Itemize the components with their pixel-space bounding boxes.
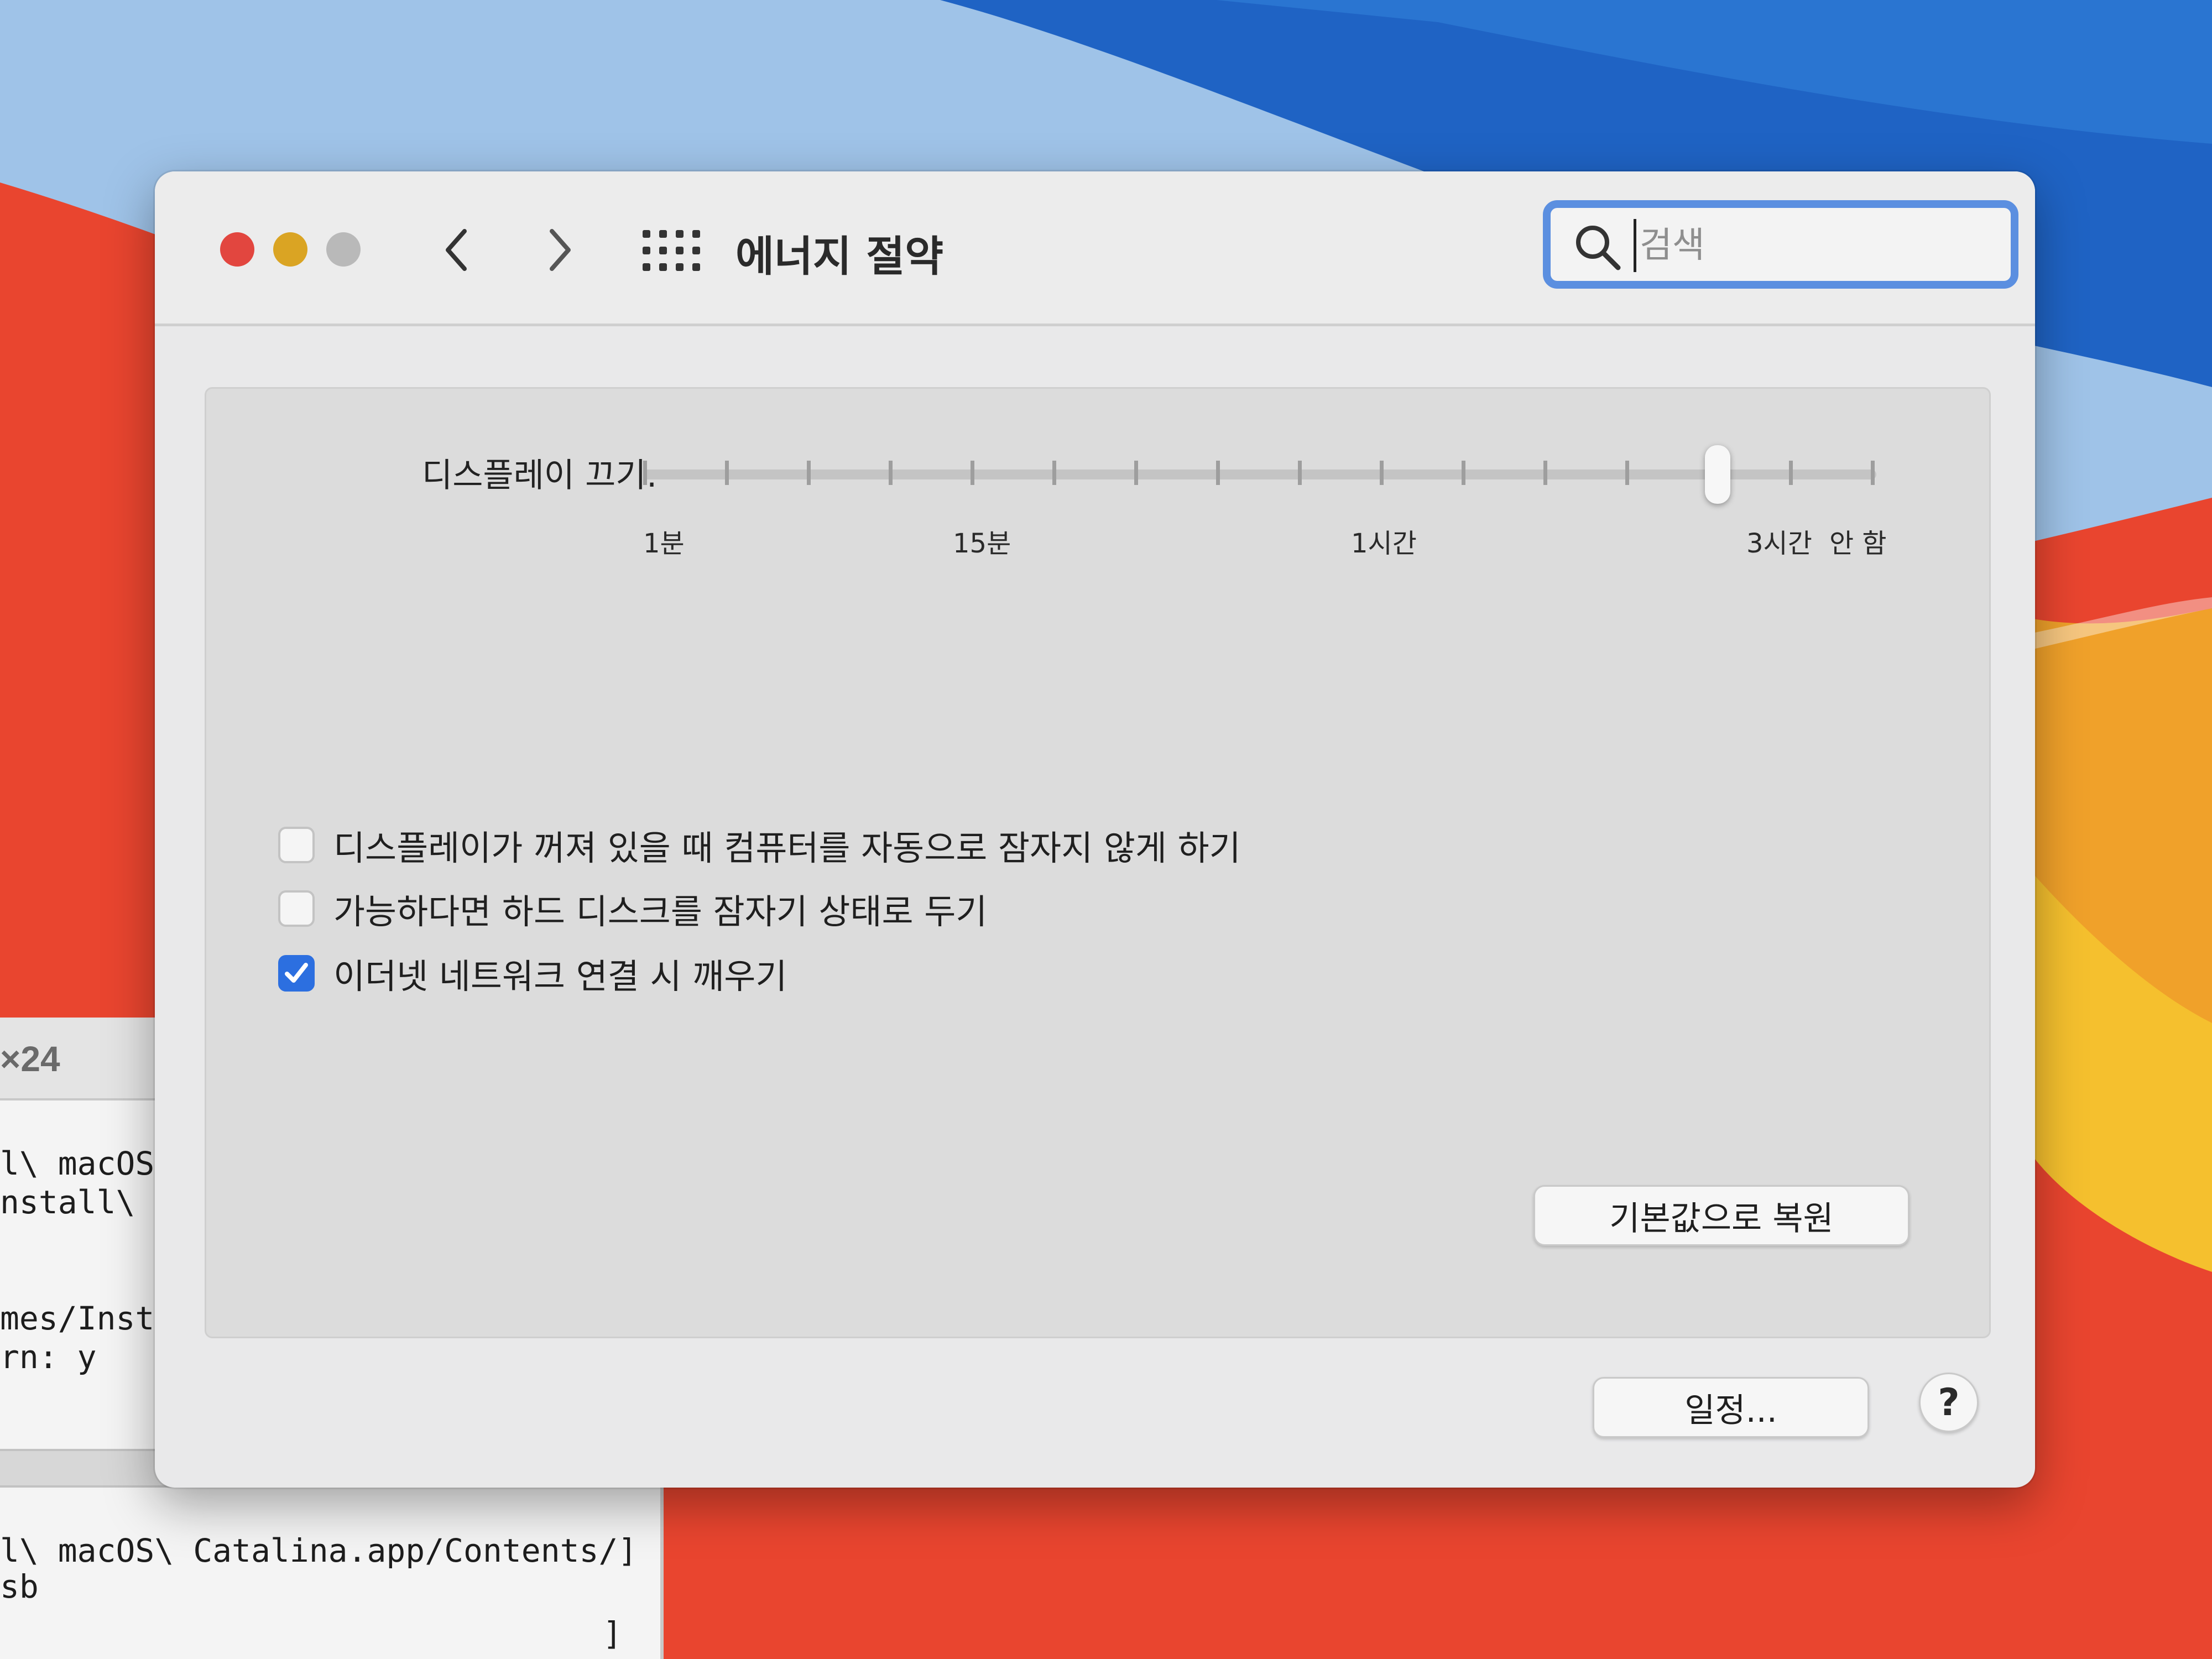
tick-label-1hour: 1시간	[1351, 528, 1417, 559]
slider-tick	[889, 461, 893, 485]
slider-tick	[1543, 461, 1547, 485]
restore-defaults-button[interactable]: 기본값으로 복원	[1533, 1185, 1910, 1246]
slider-tick	[1380, 461, 1384, 485]
option-hard-disk-sleep[interactable]: 가능하다면 하드 디스크를 잠자기 상태로 두기	[278, 884, 987, 933]
slider-tick	[1462, 461, 1465, 485]
slider-tick	[1789, 461, 1793, 485]
tick-label-15min: 15분	[953, 528, 1011, 559]
option-wake-ethernet[interactable]: 이더넷 네트워크 연결 시 깨우기	[278, 948, 787, 998]
slider-tick	[1625, 461, 1629, 485]
tick-label-never: 안 함	[1829, 528, 1887, 559]
hard-disk-sleep-checkbox[interactable]	[278, 890, 315, 927]
chevron-left-icon	[446, 229, 467, 271]
search-field[interactable]	[1543, 200, 2018, 289]
settings-panel: 디스플레이 끄기: 1분 15분 1시간 3시간 안 함 디스플레이가 꺼져 있…	[205, 387, 1991, 1338]
terminal-line: sb	[0, 1568, 39, 1605]
search-input[interactable]	[1634, 219, 1999, 272]
window-toolbar: 에너지 절약	[155, 171, 2035, 326]
tick-label-3hour: 3시간	[1746, 528, 1812, 559]
tick-label-1min: 1분	[643, 528, 685, 559]
search-icon	[1576, 226, 1621, 270]
slider-knob[interactable]	[1705, 445, 1730, 504]
slider-tick	[1216, 461, 1220, 485]
terminal-line: l\ macOS	[0, 1145, 155, 1182]
terminal-line: rn: y	[0, 1338, 97, 1376]
slider-tick	[725, 461, 729, 485]
close-button[interactable]	[220, 232, 254, 267]
option-label: 가능하다면 하드 디스크를 잠자기 상태로 두기	[333, 891, 988, 932]
option-label: 디스플레이가 꺼져 있을 때 컴퓨터를 자동으로 잠자지 않게 하기	[333, 828, 1241, 868]
terminal-line: mes/Inst	[0, 1300, 155, 1337]
help-button[interactable]: ?	[1919, 1373, 1979, 1432]
option-label: 이더넷 네트워크 연결 시 깨우기	[333, 956, 787, 997]
option-prevent-sleep[interactable]: 디스플레이가 꺼져 있을 때 컴퓨터를 자동으로 잠자지 않게 하기	[278, 820, 1241, 870]
schedule-button[interactable]: 일정...	[1593, 1377, 1869, 1438]
checkmark-icon	[285, 963, 308, 983]
wake-ethernet-checkbox[interactable]	[278, 955, 315, 992]
slider-tick	[1134, 461, 1138, 485]
zoom-button[interactable]	[326, 232, 361, 267]
grid-icon[interactable]	[641, 229, 702, 273]
minimize-button[interactable]	[273, 232, 307, 267]
terminal-title: ×24	[0, 1039, 60, 1079]
window-title: 에너지 절약	[735, 232, 944, 281]
back-button[interactable]	[431, 222, 481, 278]
chevron-right-icon	[550, 229, 571, 271]
terminal-line: nstall\ m	[0, 1183, 174, 1221]
terminal-line: l\ macOS\ Catalina.app/Contents/]	[0, 1532, 638, 1569]
slider-tick	[643, 461, 647, 485]
slider-tick	[1298, 461, 1302, 485]
terminal-line: ]	[603, 1615, 622, 1652]
display-sleep-slider[interactable]	[643, 469, 1876, 479]
display-sleep-label: 디스플레이 끄기:	[422, 456, 658, 495]
slider-tick	[807, 461, 811, 485]
slider-tick	[1052, 461, 1056, 485]
energy-saver-window: 에너지 절약 디스플레이 끄기: 1분 15분 1시간 3시간 안 함 디스플레…	[155, 171, 2035, 1488]
forward-button[interactable]	[535, 222, 585, 278]
slider-tick	[1871, 461, 1875, 485]
prevent-sleep-checkbox[interactable]	[278, 827, 315, 863]
slider-tick	[971, 461, 974, 485]
